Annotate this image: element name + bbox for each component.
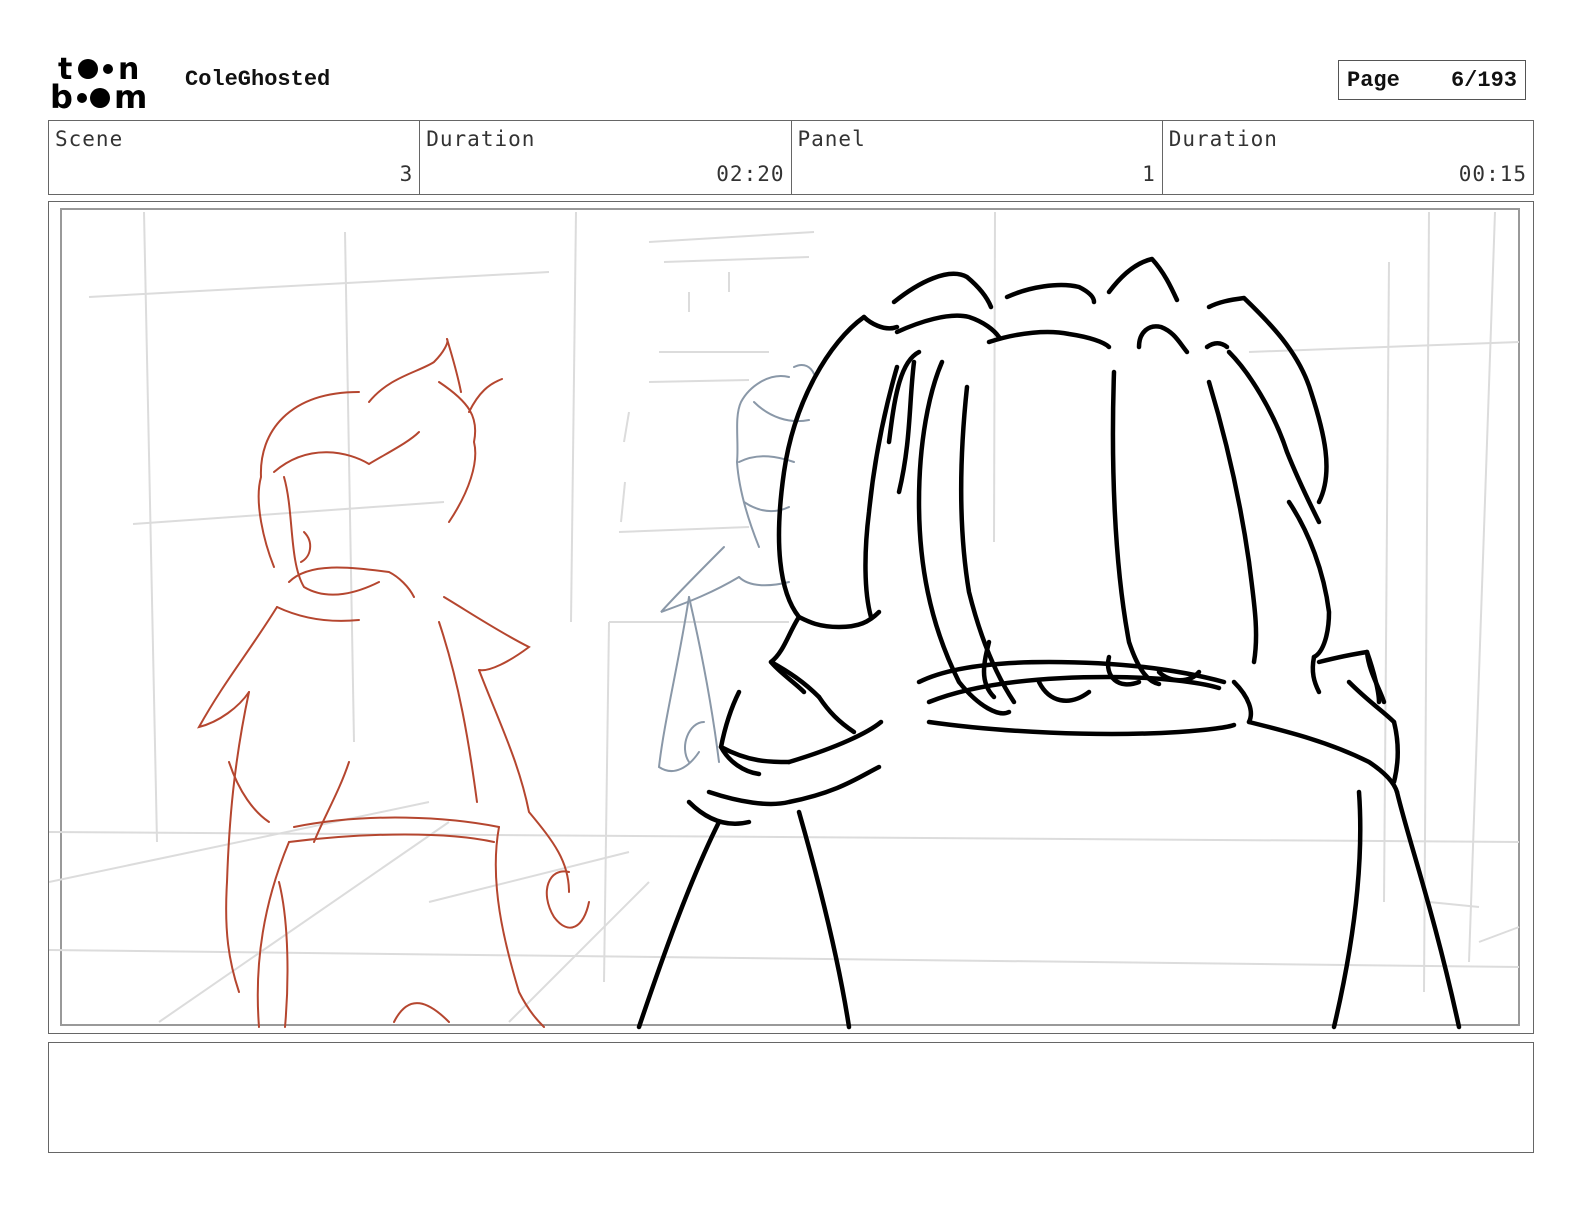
- panel-info-row: Scene 3 Duration 02:20 Panel 1 Duration …: [48, 120, 1534, 195]
- panel-duration-value: 00:15: [1458, 162, 1527, 186]
- panel-value: 1: [1142, 162, 1156, 186]
- panel-cell: Panel 1: [792, 121, 1163, 194]
- panel-notes-box: [48, 1042, 1534, 1153]
- storyboard-panel: [48, 201, 1534, 1034]
- storyboard-drawing: [49, 208, 1520, 1030]
- toon-boom-logo: t n b m: [50, 52, 147, 114]
- scene-duration-label: Duration: [426, 127, 536, 151]
- page-indicator: Page 6/193: [1338, 60, 1526, 100]
- scene-label: Scene: [55, 127, 124, 151]
- panel-label: Panel: [797, 127, 866, 151]
- ink-character-black: [636, 256, 1462, 1030]
- panel-duration-label: Duration: [1168, 127, 1278, 151]
- rough-character-blue: [657, 364, 815, 772]
- scene-duration-cell: Duration 02:20: [420, 121, 792, 194]
- page-number: 6/193: [1450, 68, 1517, 93]
- svg-text:b: b: [50, 78, 73, 114]
- project-title: ColeGhosted: [185, 67, 331, 92]
- rough-character-red: [197, 338, 590, 1028]
- svg-text:m: m: [114, 78, 147, 114]
- scene-duration-value: 02:20: [716, 162, 785, 186]
- panel-duration-cell: Duration 00:15: [1163, 121, 1533, 194]
- safe-frame: [60, 208, 1520, 1026]
- page-label: Page: [1347, 68, 1400, 93]
- scene-value: 3: [399, 162, 414, 186]
- scene-cell: Scene 3: [49, 121, 421, 194]
